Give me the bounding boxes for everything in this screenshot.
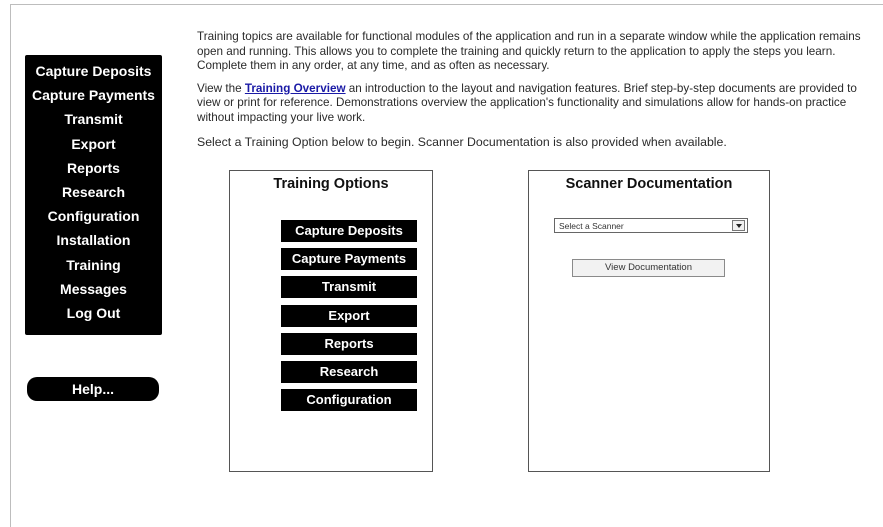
side-nav: Capture Deposits Capture Payments Transm…: [25, 55, 162, 335]
training-option-export[interactable]: Export: [281, 304, 417, 327]
side-nav-list: Capture Deposits Capture Payments Transm…: [25, 55, 162, 325]
nav-item-capture-deposits[interactable]: Capture Deposits: [25, 59, 162, 83]
intro-paragraph-1: Training topics are available for functi…: [197, 30, 861, 72]
nav-item-research[interactable]: Research: [25, 180, 162, 204]
nav-item-installation[interactable]: Installation: [25, 228, 162, 252]
training-option-capture-deposits[interactable]: Capture Deposits: [281, 220, 417, 242]
intro-paragraph-2: View the Training Overview an introducti…: [197, 82, 883, 126]
intro-content: Training topics are available for functi…: [197, 30, 883, 150]
training-option-transmit[interactable]: Transmit: [281, 276, 417, 299]
intro-paragraph-2-prefix: View the: [197, 81, 245, 95]
training-overview-link[interactable]: Training Overview: [245, 82, 346, 95]
nav-item-transmit[interactable]: Transmit: [25, 107, 162, 131]
chevron-down-icon[interactable]: [732, 220, 745, 231]
training-option-capture-payments[interactable]: Capture Payments: [281, 248, 417, 271]
training-options-panel: Training Options Capture Deposits Captur…: [229, 170, 433, 472]
training-options-title: Training Options: [273, 176, 389, 192]
nav-item-export[interactable]: Export: [25, 132, 162, 156]
nav-item-log-out[interactable]: Log Out: [25, 301, 162, 325]
help-button[interactable]: Help...: [27, 377, 159, 401]
nav-item-reports[interactable]: Reports: [25, 156, 162, 180]
scanner-documentation-panel: Scanner Documentation Select a Scanner V…: [528, 170, 770, 472]
scanner-documentation-title: Scanner Documentation: [565, 176, 733, 192]
window-border-top: [10, 4, 883, 5]
scanner-select[interactable]: Select a Scanner: [554, 218, 748, 233]
scanner-select-value: Select a Scanner: [559, 221, 624, 231]
training-option-configuration[interactable]: Configuration: [281, 389, 417, 412]
training-option-reports[interactable]: Reports: [281, 332, 417, 355]
nav-item-training[interactable]: Training: [25, 253, 162, 277]
view-documentation-button[interactable]: View Documentation: [572, 259, 725, 277]
training-options-list: Capture Deposits Capture Payments Transm…: [281, 220, 417, 417]
training-option-research[interactable]: Research: [281, 360, 417, 383]
nav-item-configuration[interactable]: Configuration: [25, 204, 162, 228]
nav-item-messages[interactable]: Messages: [25, 277, 162, 301]
window-border-left: [10, 4, 11, 527]
nav-item-capture-payments[interactable]: Capture Payments: [25, 83, 162, 107]
intro-paragraph-3: Select a Training Option below to begin.…: [197, 135, 727, 149]
